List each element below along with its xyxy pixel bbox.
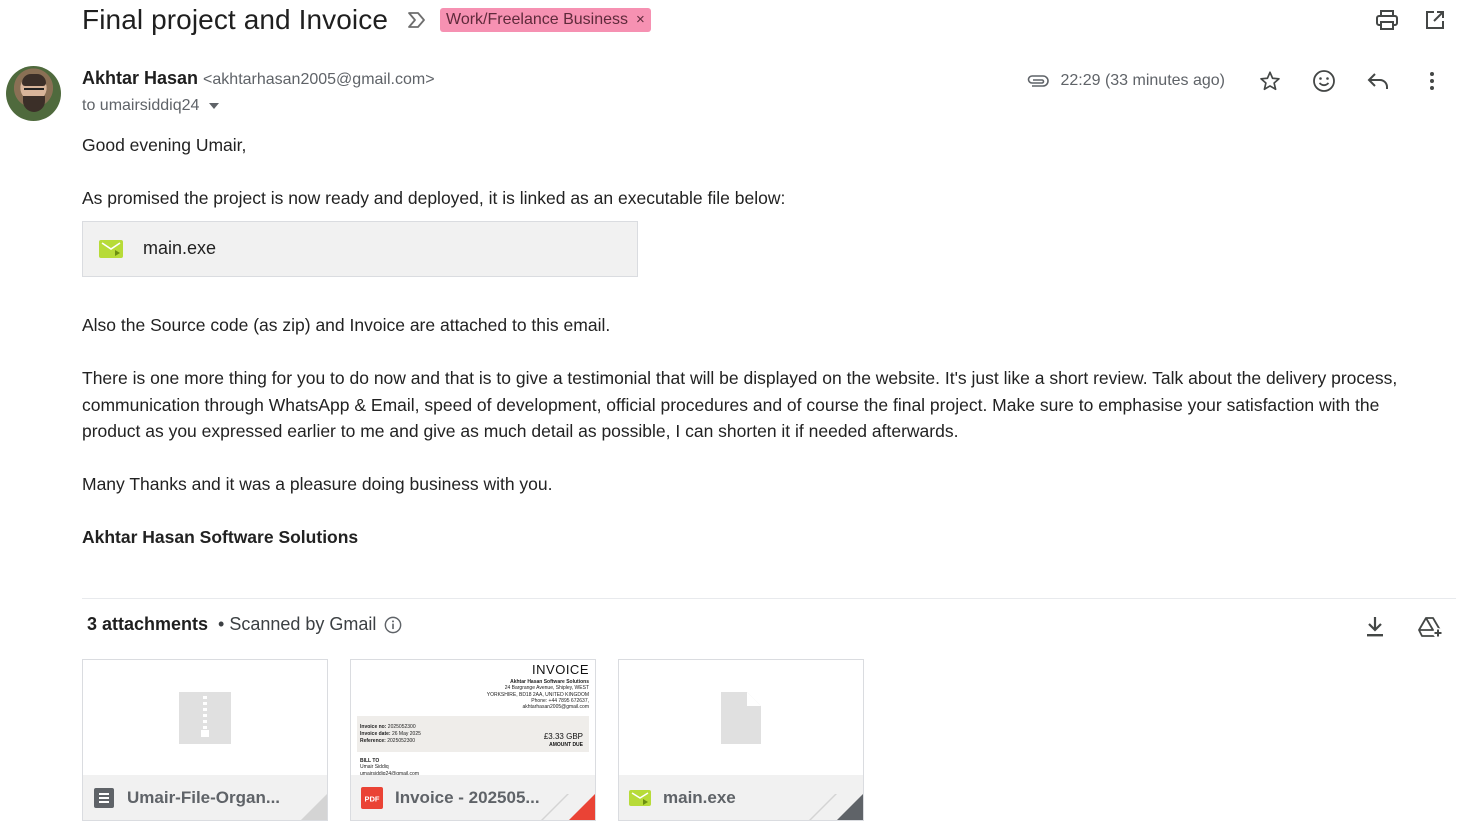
attachments-header: 3 attachments • Scanned by Gmail: [87, 614, 402, 635]
sender-row: Akhtar Hasan <akhtarhasan2005@gmail.com>: [82, 68, 435, 89]
zip-file-icon: [179, 692, 231, 744]
attachment-name: Invoice - 202505...: [395, 787, 540, 807]
message-meta: 22:29 (33 minutes ago): [1026, 66, 1459, 96]
open-in-new-window-icon[interactable]: [1411, 8, 1459, 32]
svg-text:PDF: PDF: [365, 794, 380, 803]
attachments-divider: [82, 598, 1456, 599]
fold-corner: [301, 794, 327, 820]
invoice-summary-band: Invoice no: 2025052300 Invoice date: 26 …: [357, 716, 589, 752]
attachment-card-zip[interactable]: Umair-File-Organ...: [82, 659, 328, 821]
greeting: Good evening Umair,: [82, 135, 247, 155]
body-paragraph-4: Many Thanks and it was a pleasure doing …: [82, 474, 553, 494]
add-to-drive-icon[interactable]: [1403, 614, 1459, 640]
body-paragraph-2: Also the Source code (as zip) and Invoic…: [82, 314, 611, 335]
body-paragraph-3: There is one more thing for you to do no…: [82, 368, 1398, 441]
fold-corner: [809, 794, 863, 820]
attachment-card-exe[interactable]: main.exe: [618, 659, 864, 821]
exe-file-icon: [99, 239, 123, 258]
attachment-thumbnail: [83, 660, 327, 776]
show-details-caret-icon[interactable]: [209, 103, 220, 109]
subject-row: Final project and Invoice Work/Freelance…: [82, 2, 651, 38]
attachment-thumbnail: [619, 660, 863, 776]
invoice-thumbnail: INVOICE Akhtar Hasan Software Solutions …: [351, 660, 595, 777]
invoice-company-address: Akhtar Hasan Software Solutions 24 Bargr…: [486, 679, 589, 711]
label-chip[interactable]: Work/Freelance Business ×: [440, 8, 651, 32]
archive-file-icon: [94, 787, 114, 808]
attachments-count: 3 attachments: [87, 614, 209, 634]
fold-corner: [541, 794, 595, 820]
download-icon[interactable]: [1347, 614, 1403, 640]
invoice-title: INVOICE: [532, 662, 589, 677]
attachments-actions: [1347, 614, 1459, 640]
emoji-reaction-icon[interactable]: [1297, 66, 1351, 96]
message-body: Good evening Umair, As promised the proj…: [82, 132, 1442, 551]
more-vert-icon[interactable]: [1405, 66, 1459, 96]
recipient-text: to umairsiddiq24: [82, 97, 200, 114]
body-paragraph-1: As promised the project is now ready and…: [82, 188, 786, 208]
sender-avatar[interactable]: [6, 66, 61, 121]
label-chip-text: Work/Freelance Business: [446, 10, 629, 28]
recipient-row: to umairsiddiq24: [82, 97, 220, 115]
top-actions: [1363, 8, 1459, 32]
exe-file-icon: [629, 789, 651, 806]
scanned-by-gmail: • Scanned by Gmail: [218, 614, 377, 634]
remove-label-icon[interactable]: ×: [636, 11, 645, 28]
attachment-name: main.exe: [663, 787, 736, 807]
print-icon[interactable]: [1363, 8, 1411, 32]
linked-file-chip[interactable]: main.exe: [82, 220, 638, 277]
sender-name: Akhtar Hasan: [82, 68, 199, 88]
reply-icon[interactable]: [1351, 66, 1405, 96]
importance-marker-icon[interactable]: [406, 9, 428, 31]
attachment-name: Umair-File-Organ...: [127, 787, 281, 807]
signature: Akhtar Hasan Software Solutions: [82, 527, 359, 547]
email-subject: Final project and Invoice: [82, 4, 389, 35]
sender-email: <akhtarhasan2005@gmail.com>: [203, 71, 435, 88]
linked-file-name: main.exe: [143, 238, 217, 259]
message-time: 22:29 (33 minutes ago): [1060, 72, 1225, 89]
info-icon[interactable]: [384, 616, 402, 634]
star-icon[interactable]: [1243, 66, 1297, 96]
invoice-amount: £3.33 GBP: [543, 732, 583, 741]
generic-file-icon: [721, 692, 761, 744]
invoice-amount-label: AMOUNT DUE: [549, 742, 583, 748]
paperclip-icon: [1026, 72, 1050, 90]
pdf-file-icon: PDF: [361, 786, 383, 809]
attachment-cards: Umair-File-Organ... INVOICE Akhtar Hasan…: [82, 659, 864, 821]
attachment-card-pdf[interactable]: INVOICE Akhtar Hasan Software Solutions …: [350, 659, 596, 821]
